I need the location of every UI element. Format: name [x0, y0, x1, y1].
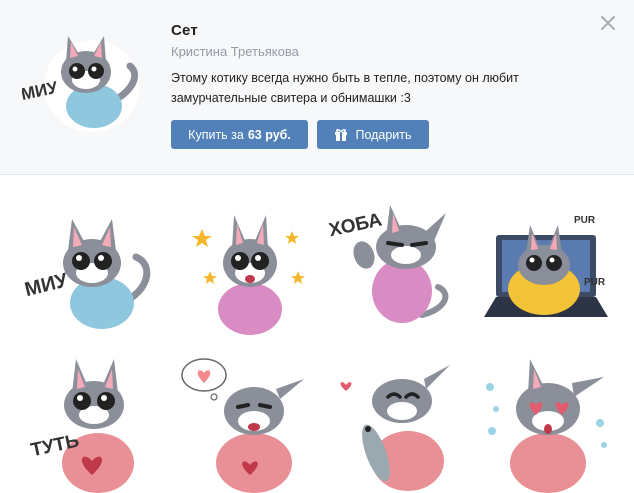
- sticker-grid: МИУ ХОБА PUR PUR ТУТЬ: [0, 175, 634, 493]
- sticker-laptop[interactable]: PUR PUR: [478, 205, 618, 345]
- buy-button[interactable]: Купить за 63 руб.: [171, 120, 308, 149]
- sticker-set-header: МИУ Сет Кристина Третьякова Этому котику…: [0, 0, 634, 175]
- close-icon[interactable]: [599, 14, 617, 32]
- sticker-stars[interactable]: [180, 205, 320, 345]
- gift-icon: [335, 128, 348, 141]
- set-author[interactable]: Кристина Третьякова: [171, 44, 299, 59]
- gift-button-label: Подарить: [355, 127, 412, 142]
- sticker-fish[interactable]: [330, 353, 470, 493]
- hero-sticker-image: МИУ: [22, 36, 140, 132]
- sticker-caption: ХОБА: [327, 209, 384, 241]
- sticker-caption: PUR: [574, 215, 596, 226]
- buy-button-label: Купить за: [188, 127, 244, 142]
- gift-button[interactable]: Подарить: [317, 120, 429, 149]
- sticker-heart-bubble[interactable]: [176, 353, 316, 493]
- sticker-caption: МИУ: [23, 269, 71, 301]
- sticker-heart-eyes[interactable]: [478, 353, 618, 493]
- sticker-tut[interactable]: ТУТЬ: [18, 353, 158, 493]
- set-title: Сет: [171, 22, 198, 39]
- buy-button-price: 63 руб.: [247, 127, 291, 142]
- sticker-caption-2: PUR: [584, 277, 606, 288]
- set-description: Этому котику всегда нужно быть в тепле, …: [171, 71, 519, 105]
- sticker-hoba[interactable]: ХОБА: [326, 197, 466, 337]
- sticker-miu[interactable]: МИУ: [18, 205, 158, 345]
